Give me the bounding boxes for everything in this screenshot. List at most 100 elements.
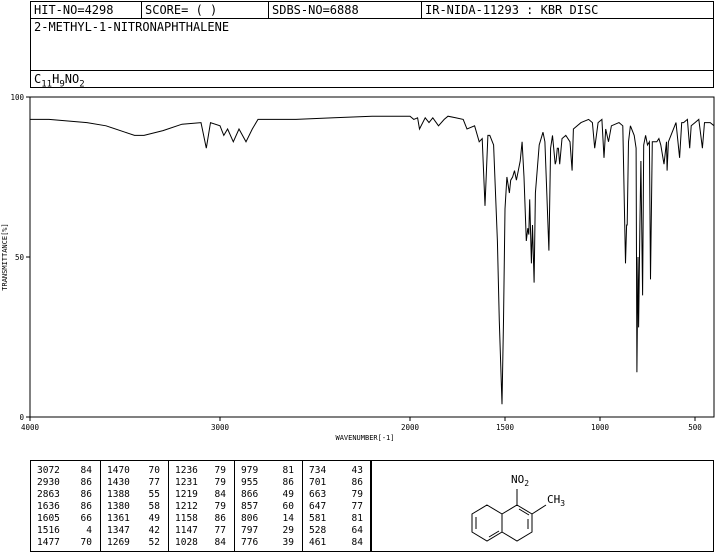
- peak-row: 1158 86: [169, 513, 234, 524]
- peak-row: 1219 84: [169, 489, 234, 500]
- peak-row: 1477 70: [31, 537, 100, 548]
- peak-row: 866 49: [235, 489, 302, 500]
- nitro-group-label: NO2: [511, 473, 529, 488]
- peak-row: 1361 49: [101, 513, 168, 524]
- peak-wavenumber: 647: [309, 501, 327, 512]
- peak-wavenumber: 3072: [37, 465, 60, 476]
- peak-table: 3072 84 2930 86 2863 86 1636 86 1605 66 1516 4 1477 7…: [30, 460, 371, 552]
- peak-transmittance: 77: [214, 525, 226, 536]
- peak-row: 1605 66: [31, 513, 100, 524]
- peak-wavenumber: 776: [241, 537, 259, 548]
- peak-row: 461 84: [303, 537, 371, 548]
- peak-transmittance: 84: [80, 465, 92, 476]
- peak-transmittance: 58: [148, 501, 160, 512]
- x-tick-label: 3000: [211, 423, 230, 432]
- methyl-group-label: CH3: [547, 493, 565, 508]
- peak-row: 528 64: [303, 525, 371, 536]
- peak-wavenumber: 528: [309, 525, 327, 536]
- peak-transmittance: 64: [351, 525, 363, 536]
- peak-wavenumber: 806: [241, 513, 259, 524]
- peak-wavenumber: 1231: [175, 477, 198, 488]
- peak-wavenumber: 1516: [37, 525, 60, 536]
- peak-row: 734 43: [303, 465, 371, 476]
- peak-row: 1636 86: [31, 501, 100, 512]
- peak-row: 1212 79: [169, 501, 234, 512]
- x-tick-label: 500: [688, 423, 702, 432]
- peak-wavenumber: 1636: [37, 501, 60, 512]
- peak-transmittance: 84: [214, 537, 226, 548]
- peak-row: 2863 86: [31, 489, 100, 500]
- peak-transmittance: 55: [148, 489, 160, 500]
- peak-wavenumber: 581: [309, 513, 327, 524]
- naphthalene-rings: [471, 489, 547, 542]
- plot-frame: [29, 96, 715, 418]
- peak-row: 1347 42: [101, 525, 168, 536]
- structure-box: NO2 CH3: [371, 460, 714, 552]
- peak-row: 1028 84: [169, 537, 234, 548]
- peak-row: 1147 77: [169, 525, 234, 536]
- peak-row: 2930 86: [31, 477, 100, 488]
- peak-row: 663 79: [303, 489, 371, 500]
- peak-wavenumber: 857: [241, 501, 259, 512]
- peak-row: 1470 70: [101, 465, 168, 476]
- peak-transmittance: 81: [351, 513, 363, 524]
- peak-column: 1470 70 1430 77 1388 55 1380 58 1361 49 1347 42 1269…: [101, 461, 169, 551]
- peak-column: 1236 79 1231 79 1219 84 1212 79 1158 86 1147 77 1028…: [169, 461, 235, 551]
- peak-column: 979 81 955 86 866 49 857 60 806 14 797 29 776 39: [235, 461, 303, 551]
- peak-transmittance: 43: [351, 465, 363, 476]
- x-tick-label: 4000: [21, 423, 40, 432]
- y-tick-label: 0: [19, 413, 24, 422]
- molecule-structure: NO2 CH3: [471, 473, 565, 542]
- x-tick-label: 1500: [496, 423, 515, 432]
- peak-row: 857 60: [235, 501, 302, 512]
- peak-row: 1231 79: [169, 477, 234, 488]
- peak-transmittance: 70: [80, 537, 92, 548]
- peak-row: 979 81: [235, 465, 302, 476]
- peak-transmittance: 86: [80, 477, 92, 488]
- peak-wavenumber: 701: [309, 477, 327, 488]
- peak-row: 701 86: [303, 477, 371, 488]
- peak-transmittance: 86: [80, 501, 92, 512]
- ir-spectrum-chart: 4000 3000 2000 1500 1000 500 0 50 100 WAVENUMBE…: [1, 93, 715, 442]
- peak-row: 647 77: [303, 501, 371, 512]
- peak-wavenumber: 1380: [107, 501, 130, 512]
- peak-column: 3072 84 2930 86 2863 86 1636 86 1605 66 1516 4 1477 7…: [31, 461, 101, 551]
- peak-row: 1380 58: [101, 501, 168, 512]
- peak-row: 776 39: [235, 537, 302, 548]
- peak-transmittance: 39: [282, 537, 294, 548]
- peak-wavenumber: 1147: [175, 525, 198, 536]
- peak-column: 734 43 701 86 663 79 647 77 581 81 528 64 461 84: [303, 461, 371, 551]
- x-tick-label: 2000: [401, 423, 420, 432]
- peak-wavenumber: 1269: [107, 537, 130, 548]
- peak-wavenumber: 866: [241, 489, 259, 500]
- peak-transmittance: 77: [148, 477, 160, 488]
- peak-row: 1388 55: [101, 489, 168, 500]
- peak-wavenumber: 1470: [107, 465, 130, 476]
- peak-transmittance: 52: [148, 537, 160, 548]
- peak-wavenumber: 1361: [107, 513, 130, 524]
- peak-transmittance: 77: [351, 501, 363, 512]
- peak-transmittance: 86: [214, 513, 226, 524]
- peak-transmittance: 86: [282, 477, 294, 488]
- peak-row: 797 29: [235, 525, 302, 536]
- peak-wavenumber: 1028: [175, 537, 198, 548]
- peak-wavenumber: 1605: [37, 513, 60, 524]
- peak-wavenumber: 1219: [175, 489, 198, 500]
- peak-row: 806 14: [235, 513, 302, 524]
- peak-row: 1269 52: [101, 537, 168, 548]
- x-tick-label: 1000: [591, 423, 610, 432]
- peak-wavenumber: 461: [309, 537, 327, 548]
- peak-transmittance: 79: [214, 501, 226, 512]
- peak-transmittance: 86: [351, 477, 363, 488]
- peak-wavenumber: 797: [241, 525, 259, 536]
- peak-transmittance: 81: [282, 465, 294, 476]
- peak-transmittance: 49: [148, 513, 160, 524]
- peak-transmittance: 79: [351, 489, 363, 500]
- peak-row: 955 86: [235, 477, 302, 488]
- peak-transmittance: 60: [282, 501, 294, 512]
- peak-transmittance: 84: [214, 489, 226, 500]
- peak-wavenumber: 734: [309, 465, 327, 476]
- peak-wavenumber: 1347: [107, 525, 130, 536]
- peak-wavenumber: 1477: [37, 537, 60, 548]
- peak-wavenumber: 1212: [175, 501, 198, 512]
